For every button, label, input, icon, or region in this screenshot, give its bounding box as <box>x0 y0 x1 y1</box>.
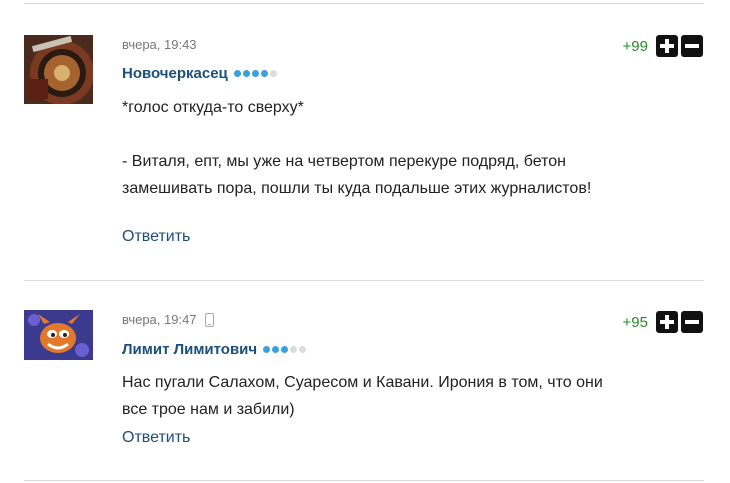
comment-time: вчера, 19:43 <box>122 37 197 52</box>
top-divider <box>24 3 704 4</box>
roulette-avatar-icon <box>24 35 93 104</box>
plus-icon-vertical <box>665 39 669 53</box>
comment-meta: вчера, 19:43 <box>122 37 197 52</box>
rating-dot <box>233 70 241 77</box>
rating-dot <box>269 70 277 77</box>
user-avatar[interactable] <box>24 310 93 360</box>
rating-dot <box>260 70 268 77</box>
minus-icon <box>685 320 699 324</box>
comment-text: Нас пугали Салахом, Суаресом и Кавани. И… <box>122 374 603 418</box>
mobile-phone-icon <box>204 312 214 327</box>
comment-time: вчера, 19:47 <box>122 312 197 327</box>
user-avatar[interactable] <box>24 35 93 104</box>
comment-score: +95 <box>622 313 648 331</box>
minus-icon <box>685 44 699 48</box>
rating-dot <box>263 346 271 353</box>
rating-dot <box>272 346 280 353</box>
author-row: Лимит Лимитович <box>122 341 307 358</box>
bottom-divider <box>24 480 704 481</box>
author-name[interactable]: Лимит Лимитович <box>122 341 257 358</box>
reply-link[interactable]: Ответить <box>122 228 190 246</box>
user-rating <box>263 346 307 353</box>
comment-meta: вчера, 19:47 <box>122 312 214 327</box>
downvote-button[interactable] <box>681 35 703 57</box>
user-rating <box>233 70 277 77</box>
rating-dot <box>290 346 298 353</box>
reply-link[interactable]: Ответить <box>122 429 190 447</box>
rating-dot <box>242 70 250 77</box>
upvote-button[interactable] <box>656 35 678 57</box>
vote-controls: +99 <box>623 35 703 57</box>
rating-dot <box>299 346 307 353</box>
crash-bandicoot-avatar-icon <box>24 310 93 360</box>
rating-dot <box>281 346 289 353</box>
author-row: Новочеркасец <box>122 65 277 82</box>
downvote-button[interactable] <box>681 311 703 333</box>
vote-controls: +95 <box>623 311 703 333</box>
plus-icon-vertical <box>665 315 669 329</box>
rating-dot <box>251 70 259 77</box>
author-name[interactable]: Новочеркасец <box>122 65 228 82</box>
upvote-button[interactable] <box>656 311 678 333</box>
comment-score: +99 <box>622 37 648 55</box>
comment-divider <box>24 280 704 281</box>
comment-text: *голос откуда-то сверху* - Виталя, епт, … <box>122 99 592 197</box>
